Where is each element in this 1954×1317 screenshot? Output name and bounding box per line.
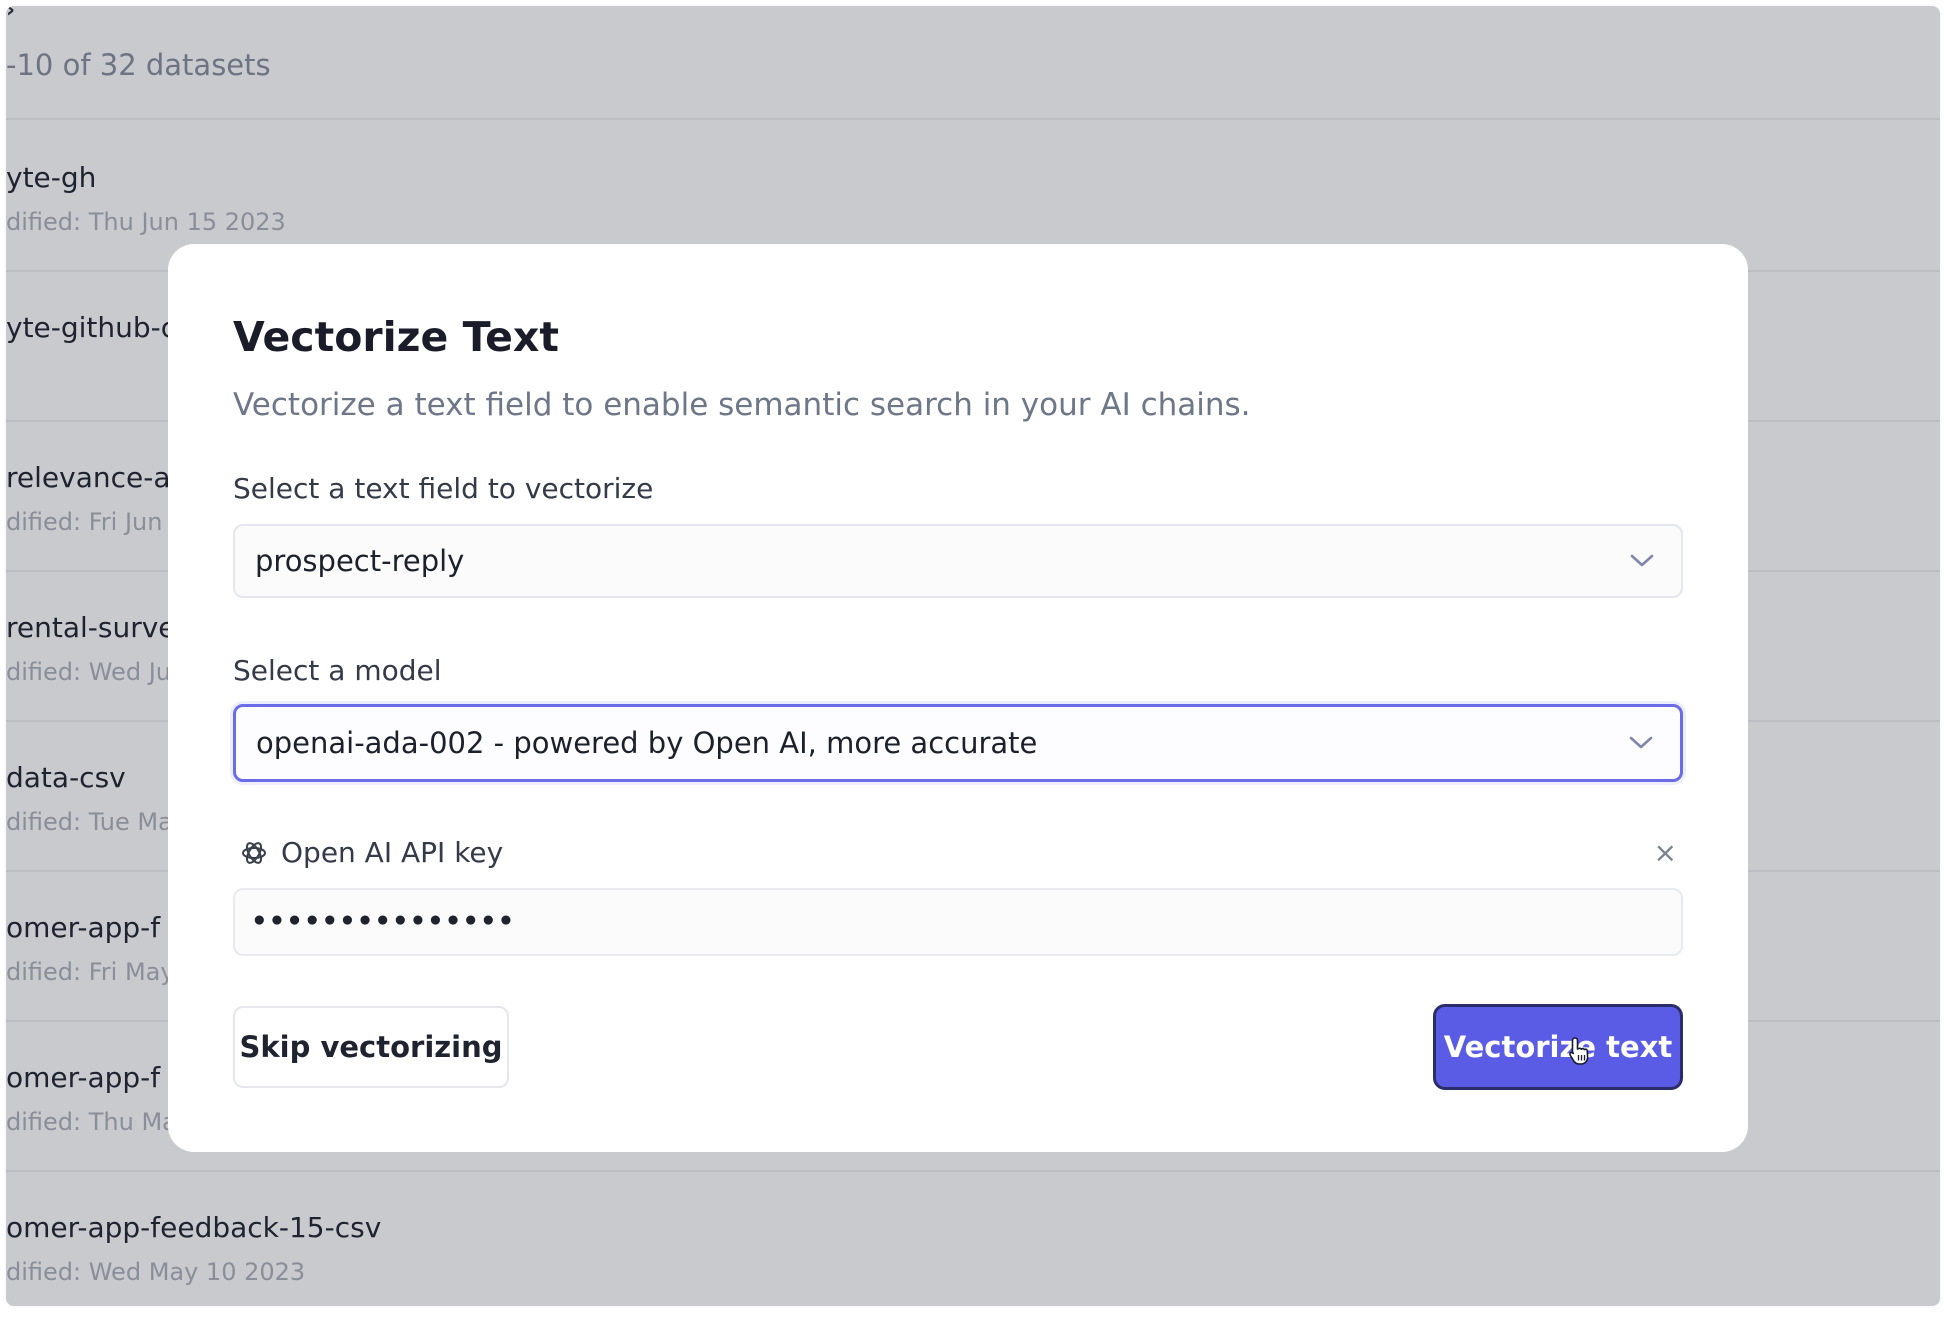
dataset-name: omer-app-feedback-15-csv: [6, 1211, 382, 1244]
list-item[interactable]: yte-gh dified: Thu Jun 15 2023: [6, 161, 286, 236]
list-divider: [6, 1170, 1940, 1172]
hand-pointer-icon: [1569, 1037, 1589, 1065]
dataset-name: yte-github-c: [6, 311, 177, 344]
model-select[interactable]: openai-ada-002 - powered by Open AI, mor…: [233, 704, 1683, 782]
list-item[interactable]: relevance-a dified: Fri Jun :: [6, 461, 178, 536]
dataset-modified: dified: Wed Ju: [6, 658, 171, 686]
api-key-value: •••••••••••••••: [251, 906, 516, 937]
dataset-modified: dified: Fri May: [6, 958, 175, 986]
back-caret[interactable]: ›: [6, 6, 15, 23]
text-field-label: Select a text field to vectorize: [233, 472, 654, 505]
page-backdrop: › -10 of 32 datasets yte-gh dified: Thu …: [6, 6, 1940, 1306]
dataset-name: omer-app-f: [6, 1061, 161, 1094]
dataset-name: omer-app-f: [6, 911, 161, 944]
dataset-name: relevance-a: [6, 461, 171, 494]
openai-logo-icon: [242, 842, 266, 864]
dataset-modified: dified: Thu Ma: [6, 1108, 177, 1136]
dataset-name: rental-surve: [6, 611, 176, 644]
dataset-modified: dified: Thu Jun 15 2023: [6, 208, 286, 236]
dataset-name: data-csv: [6, 761, 126, 794]
list-item[interactable]: omer-app-feedback-15-csv dified: Wed May…: [6, 1211, 381, 1286]
dataset-name: yte-gh: [6, 161, 97, 194]
text-field-value: prospect-reply: [255, 544, 465, 578]
list-item[interactable]: omer-app-f dified: Thu Ma: [6, 1061, 177, 1136]
list-divider: [6, 118, 1940, 120]
model-label: Select a model: [233, 654, 442, 687]
api-key-label: Open AI API key: [281, 836, 504, 869]
model-value: openai-ada-002 - powered by Open AI, mor…: [256, 726, 1038, 760]
modal-subtitle: Vectorize a text field to enable semanti…: [233, 387, 1251, 423]
list-item[interactable]: data-csv dified: Tue Ma: [6, 761, 173, 836]
vectorize-text-button[interactable]: Vectorize text: [1433, 1004, 1683, 1090]
api-key-header: Open AI API key ×: [233, 832, 1683, 876]
text-field-select[interactable]: prospect-reply: [233, 524, 1683, 598]
list-item[interactable]: yte-github-c: [6, 311, 176, 358]
api-key-input[interactable]: •••••••••••••••: [233, 888, 1683, 956]
dataset-count: -10 of 32 datasets: [6, 48, 271, 82]
chevron-down-icon: [1630, 554, 1654, 567]
close-icon[interactable]: ×: [1654, 836, 1677, 869]
chevron-down-icon: [1629, 736, 1653, 749]
list-item[interactable]: omer-app-f dified: Fri May: [6, 911, 175, 986]
modal-title: Vectorize Text: [233, 313, 559, 361]
skip-vectorizing-button[interactable]: Skip vectorizing: [233, 1006, 509, 1088]
dataset-modified: dified: Fri Jun :: [6, 508, 179, 536]
list-item[interactable]: rental-surve dified: Wed Ju: [6, 611, 176, 686]
dataset-modified: dified: Wed May 10 2023: [6, 1258, 306, 1286]
dataset-modified: dified: Tue Ma: [6, 808, 173, 836]
vectorize-modal: Vectorize Text Vectorize a text field to…: [168, 244, 1748, 1152]
